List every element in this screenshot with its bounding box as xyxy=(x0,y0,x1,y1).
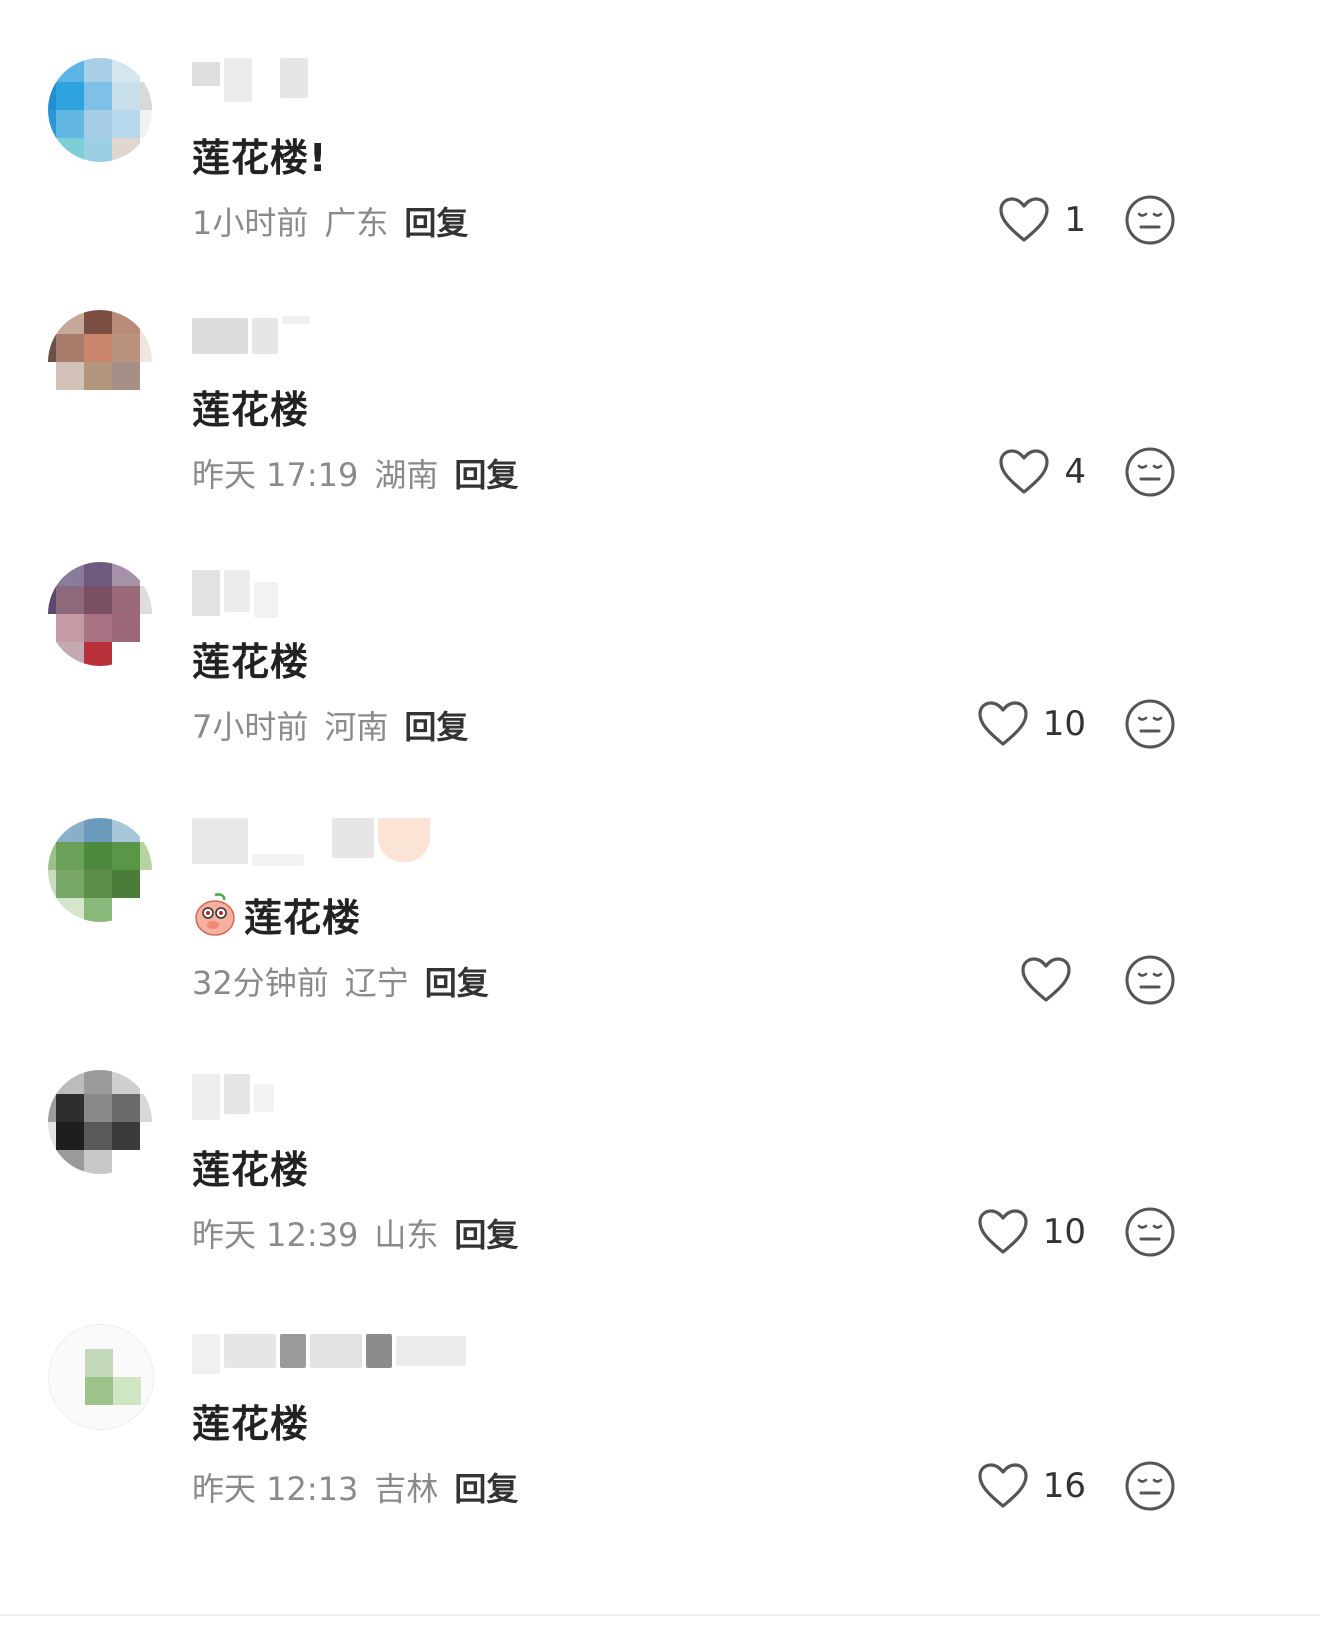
comment-meta: 7小时前 河南 回复 xyxy=(192,702,468,748)
comment-text: 莲花楼! xyxy=(192,124,327,184)
username-blurred[interactable] xyxy=(192,562,278,618)
comment-text: 莲花楼 xyxy=(192,628,309,688)
dislike-button[interactable] xyxy=(1124,446,1176,498)
comment-item: 莲花楼 昨天 12:13 吉林 回复 16 xyxy=(0,1324,1320,1586)
peach-face-emoji-icon xyxy=(192,891,238,937)
neutral-face-icon xyxy=(1125,1207,1175,1257)
dislike-button[interactable] xyxy=(1124,698,1176,750)
comment-text-content: 莲花楼 xyxy=(192,1147,310,1192)
comment-time: 1小时前 xyxy=(192,204,309,242)
heart-outline-icon xyxy=(978,701,1028,746)
comment-location: 吉林 xyxy=(374,1470,439,1508)
neutral-face-icon xyxy=(1125,955,1175,1005)
username-blurred[interactable] xyxy=(192,58,308,110)
comment-time: 32分钟前 xyxy=(192,964,329,1002)
comment-text: 莲花楼 xyxy=(192,1390,309,1450)
comment-item: 莲花楼 7小时前 河南 回复 10 xyxy=(0,562,1320,824)
like-count: 10 xyxy=(1042,704,1086,744)
username-blurred[interactable] xyxy=(192,818,430,870)
comment-item: 莲花楼 昨天 12:39 山东 回复 10 xyxy=(0,1070,1320,1332)
heart-outline-icon xyxy=(1021,957,1071,1002)
comment-time: 昨天 12:39 xyxy=(192,1216,359,1254)
like-count: 10 xyxy=(1042,1212,1086,1252)
like-button[interactable]: 10 xyxy=(977,694,1086,754)
username-blurred[interactable] xyxy=(192,310,310,362)
neutral-face-icon xyxy=(1125,699,1175,749)
like-count: 4 xyxy=(1064,452,1086,492)
like-button[interactable]: 4 xyxy=(998,442,1086,502)
comment-meta: 32分钟前 辽宁 回复 xyxy=(192,958,489,1004)
comment-text-content: 莲花楼 xyxy=(192,1401,310,1446)
heart-outline-icon xyxy=(999,197,1049,242)
comment-location: 湖南 xyxy=(374,456,439,494)
username-blurred[interactable] xyxy=(192,1070,274,1122)
reply-button[interactable]: 回复 xyxy=(454,450,518,496)
comment-text: 莲花楼 xyxy=(192,884,361,944)
reply-button[interactable]: 回复 xyxy=(454,1464,518,1510)
like-button[interactable]: 16 xyxy=(977,1456,1086,1516)
comment-text: 莲花楼 xyxy=(192,1136,309,1196)
avatar[interactable] xyxy=(48,310,152,414)
reply-button[interactable]: 回复 xyxy=(454,1210,518,1256)
comment-text-content: 莲花楼 xyxy=(192,387,310,432)
comment-meta: 昨天 17:19 湖南 回复 xyxy=(192,450,518,496)
avatar[interactable] xyxy=(48,562,152,666)
reply-button[interactable]: 回复 xyxy=(425,958,489,1004)
neutral-face-icon xyxy=(1125,195,1175,245)
comment-location: 辽宁 xyxy=(344,964,409,1002)
heart-outline-icon xyxy=(999,449,1049,494)
neutral-face-icon xyxy=(1125,1461,1175,1511)
comment-text-content: 莲花楼 xyxy=(192,639,310,684)
username-blurred[interactable] xyxy=(192,1324,466,1376)
comment-meta: 1小时前 广东 回复 xyxy=(192,198,468,244)
like-count: 16 xyxy=(1042,1466,1086,1506)
comment-text: 莲花楼 xyxy=(192,376,309,436)
comment-meta: 昨天 12:39 山东 回复 xyxy=(192,1210,518,1256)
comment-time: 昨天 12:13 xyxy=(192,1470,359,1508)
reply-button[interactable]: 回复 xyxy=(404,702,468,748)
like-button[interactable]: 1 xyxy=(998,190,1086,250)
comment-item: 莲花楼! 1小时前 广东 回复 1 xyxy=(0,58,1320,320)
comment-location: 河南 xyxy=(324,708,389,746)
heart-outline-icon xyxy=(978,1209,1028,1254)
comment-text-content: 莲花楼! xyxy=(192,135,328,180)
like-button[interactable] xyxy=(1020,950,1086,1010)
dislike-button[interactable] xyxy=(1124,1460,1176,1512)
comment-meta: 昨天 12:13 吉林 回复 xyxy=(192,1464,518,1510)
comment-time: 昨天 17:19 xyxy=(192,456,359,494)
heart-outline-icon xyxy=(978,1463,1028,1508)
dislike-button[interactable] xyxy=(1124,1206,1176,1258)
dislike-button[interactable] xyxy=(1124,954,1176,1006)
like-count: 1 xyxy=(1064,200,1086,240)
comment-time: 7小时前 xyxy=(192,708,309,746)
avatar[interactable] xyxy=(48,1324,154,1430)
reply-button[interactable]: 回复 xyxy=(404,198,468,244)
comment-item: 莲花楼 32分钟前 辽宁 回复 xyxy=(0,818,1320,1080)
comment-location: 广东 xyxy=(324,204,389,242)
avatar[interactable] xyxy=(48,58,152,162)
avatar[interactable] xyxy=(48,1070,152,1174)
neutral-face-icon xyxy=(1125,447,1175,497)
like-button[interactable]: 10 xyxy=(977,1202,1086,1262)
comment-location: 山东 xyxy=(374,1216,439,1254)
comment-item: 莲花楼 昨天 17:19 湖南 回复 4 xyxy=(0,310,1320,572)
avatar[interactable] xyxy=(48,818,152,922)
comment-text-content: 莲花楼 xyxy=(244,895,362,940)
dislike-button[interactable] xyxy=(1124,194,1176,246)
bottom-divider xyxy=(0,1614,1320,1616)
